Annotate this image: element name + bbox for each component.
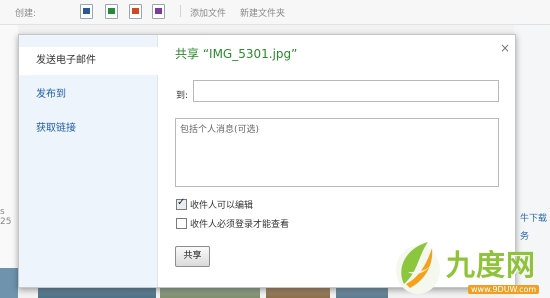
watermark-url: www.9DUW.com [468, 285, 540, 294]
share-button[interactable]: 共享 [175, 246, 210, 267]
new-folder-link[interactable]: 新建文件夹 [240, 6, 285, 19]
background-toolbar: 创建: 添加文件 新建文件夹 [0, 0, 550, 25]
share-method-sidebar: 发送电子邮件 发布到 获取链接 [19, 35, 158, 287]
powerpoint-icon[interactable] [129, 4, 142, 19]
excel-icon[interactable] [105, 4, 118, 19]
toolbar-divider [180, 5, 181, 17]
add-file-link[interactable]: 添加文件 [190, 6, 226, 19]
sidebar-item-get-link[interactable]: 获取链接 [19, 115, 157, 143]
sidebar-item-publish[interactable]: 发布到 [19, 81, 157, 109]
watermark-text: 九度网 [446, 248, 537, 282]
require-signin-checkbox[interactable] [176, 218, 187, 229]
sidebar-item-send-email[interactable]: 发送电子邮件 [19, 47, 158, 75]
download-link[interactable]: 牛下载 [520, 211, 547, 224]
close-icon[interactable]: × [500, 41, 510, 55]
dialog-title: 共享 “IMG_5301.jpg” [175, 47, 298, 61]
create-label: 创建: [15, 9, 37, 19]
item-count-text: s 25 [0, 207, 12, 227]
allow-edit-checkbox-row[interactable]: 收件人可以编辑 [176, 197, 426, 211]
onenote-icon[interactable] [152, 4, 165, 19]
require-signin-label: 收件人必须登录才能查看 [190, 220, 290, 230]
recipient-input[interactable] [193, 80, 499, 102]
word-doc-icon[interactable] [80, 4, 93, 19]
leaf-logo-icon [396, 242, 440, 294]
allow-edit-label: 收件人可以编辑 [190, 201, 254, 211]
site-watermark: 九度网 www.9DUW.com [388, 232, 550, 298]
allow-edit-checkbox[interactable] [176, 197, 187, 210]
require-signin-checkbox-row[interactable]: 收件人必须登录才能查看 [176, 217, 426, 230]
photo-thumbnail[interactable] [0, 268, 18, 298]
personal-message-textarea[interactable] [175, 118, 499, 187]
to-label: 到: [176, 91, 189, 101]
background-left-pane: s 25 [0, 25, 18, 298]
